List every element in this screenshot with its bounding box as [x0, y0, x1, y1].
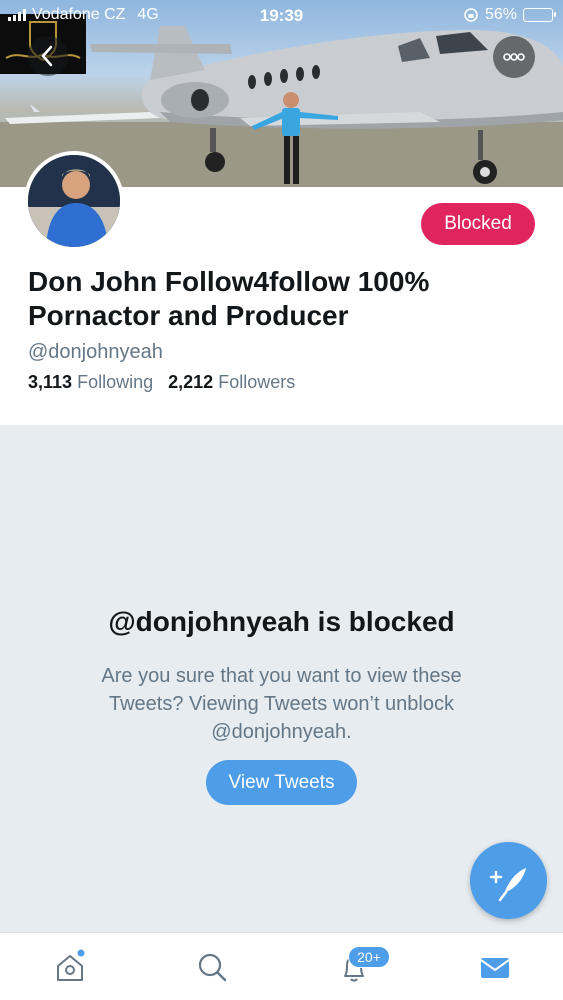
compose-tweet-button[interactable] — [470, 842, 547, 919]
profile-handle: @donjohnyeah — [28, 341, 163, 363]
view-tweets-button[interactable]: View Tweets — [206, 760, 357, 805]
follow-stats: 3,113 Following 2,212 Followers — [28, 372, 295, 393]
bottom-tab-bar — [0, 932, 563, 1000]
display-name: Don John Follow4follow 100% Pornactor an… — [28, 266, 430, 331]
tab-home[interactable] — [52, 949, 88, 985]
blocked-title: @donjohnyeah is blocked — [108, 606, 455, 637]
envelope-icon — [480, 958, 510, 978]
search-icon — [198, 953, 227, 982]
followers-label: Followers — [218, 372, 296, 392]
compose-feather-icon — [489, 868, 526, 902]
tab-search[interactable] — [194, 949, 230, 985]
following-label: Following — [77, 372, 154, 392]
tab-messages[interactable] — [477, 949, 513, 985]
orientation-lock-icon — [464, 8, 478, 22]
avatar-photo — [28, 155, 120, 247]
blocked-description: Are you sure that you want to view these… — [101, 665, 462, 743]
more-options-button[interactable] — [493, 36, 535, 78]
back-button[interactable] — [28, 36, 68, 76]
battery-icon — [523, 8, 556, 22]
avatar[interactable] — [24, 151, 124, 251]
battery-percent: 56% — [484, 6, 517, 23]
chevron-left-icon — [41, 45, 53, 67]
notifications-badge: 20+ — [348, 946, 390, 968]
home-icon — [57, 949, 85, 981]
ellipsis-icon — [503, 53, 525, 61]
followers-link[interactable]: 2,212 Followers — [168, 372, 295, 392]
following-link[interactable]: 3,113 Following — [28, 372, 153, 392]
profile-card: Blocked Don John Follow4follow 100% Porn… — [0, 151, 563, 425]
following-count: 3,113 — [28, 372, 73, 392]
status-bar: Vodafone CZ 4G 19:39 56% — [0, 0, 563, 32]
blocked-button[interactable]: Blocked — [421, 203, 535, 245]
followers-count: 2,212 — [168, 372, 214, 392]
